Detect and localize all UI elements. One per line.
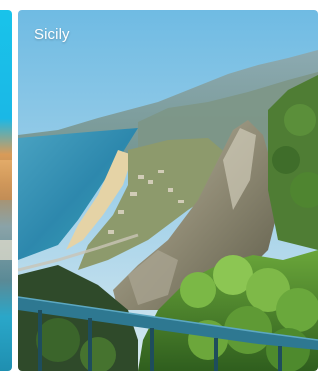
destination-carousel: Sicily [0, 0, 332, 371]
card-image-fragment [0, 240, 12, 260]
destination-photo [18, 10, 318, 371]
card-image-fragment [0, 160, 12, 200]
destination-card-previous[interactable] [0, 10, 12, 371]
card-title: Sicily [34, 26, 70, 43]
destination-card-sicily[interactable]: Sicily [18, 10, 318, 371]
carousel-gutter [320, 10, 332, 371]
